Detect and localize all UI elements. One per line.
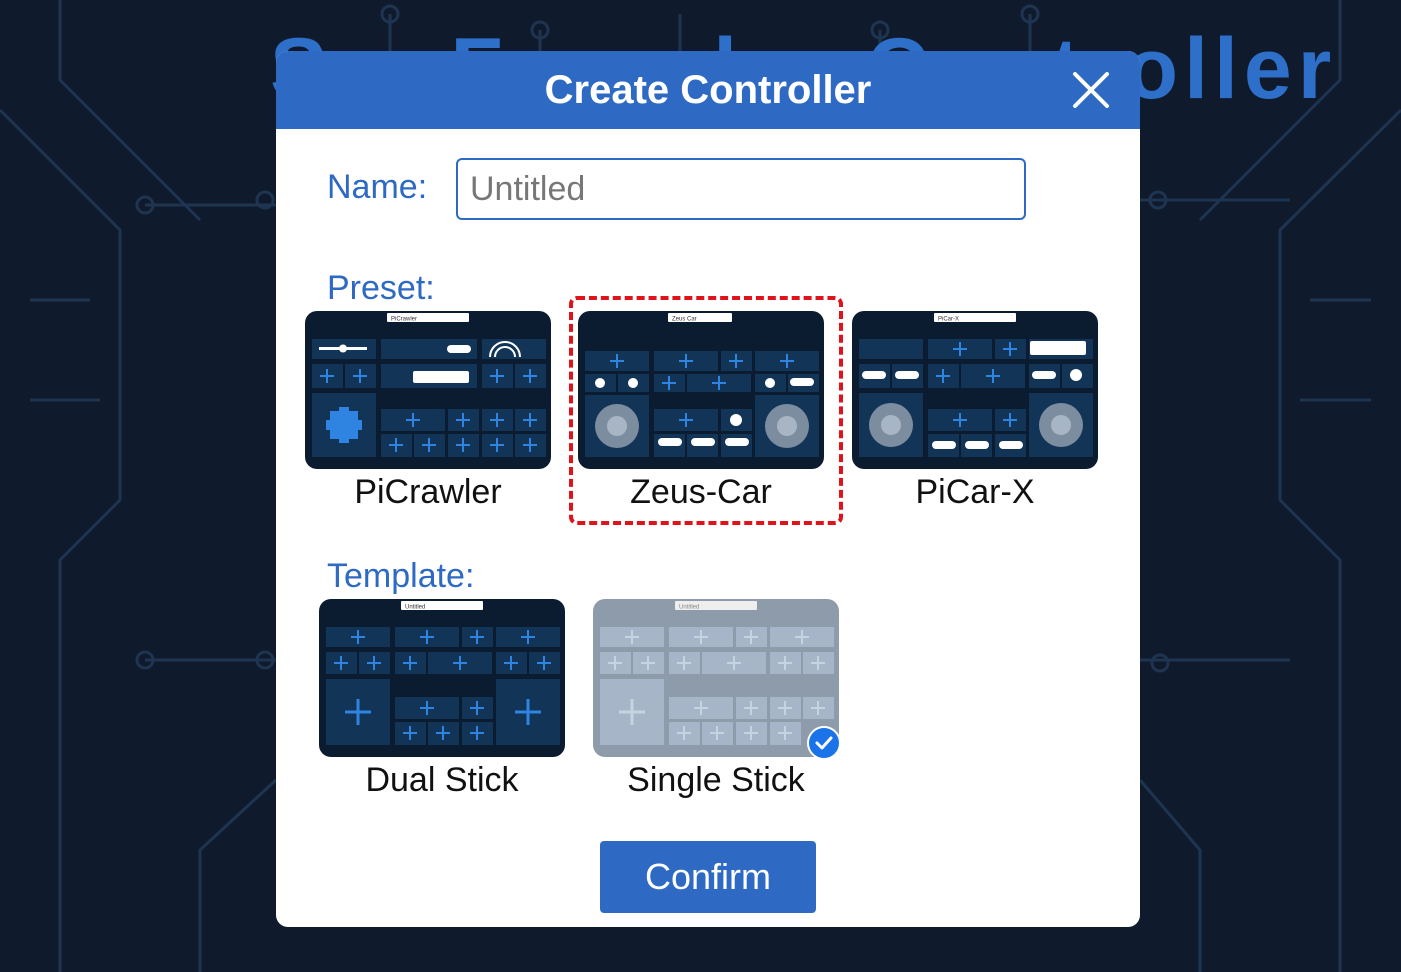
preset-thumbnail-zeus-car: Zeus Car [578,311,824,469]
name-input[interactable] [456,158,1026,220]
dialog-header: Create Controller [276,51,1140,129]
template-thumbnail-dual-stick: Untitled [319,599,565,757]
template-label: Template: [327,557,475,595]
preset-thumbnail-picrawler: PiCrawler [305,311,551,469]
close-icon [1073,72,1109,108]
confirm-button[interactable]: Confirm [600,841,816,913]
template-name-dual-stick: Dual Stick [365,761,519,799]
preset-name-zeus-car: Zeus-Car [630,473,772,511]
name-label: Name: [327,168,428,206]
thumb-title: PiCrawler [391,317,417,323]
preset-label: Preset: [327,269,435,307]
template-name-single-stick: Single Stick [627,761,805,799]
preset-name-picrawler: PiCrawler [354,473,502,511]
selected-check-icon [807,726,841,760]
template-thumbnail-single-stick: Untitled [593,599,839,757]
create-controller-dialog: Create Controller Name: Preset: PiCrawle… [276,51,1140,927]
dialog-title: Create Controller [544,68,872,112]
thumb-title: PiCar-X [938,317,959,323]
preset-thumbnail-picar-x: PiCar-X [852,311,1098,469]
close-button[interactable] [1072,71,1110,109]
thumb-title: Untitled [679,605,699,611]
thumb-title: Zeus Car [672,317,697,323]
thumb-title: Untitled [405,605,425,611]
preset-name-picar-x: PiCar-X [915,473,1035,511]
